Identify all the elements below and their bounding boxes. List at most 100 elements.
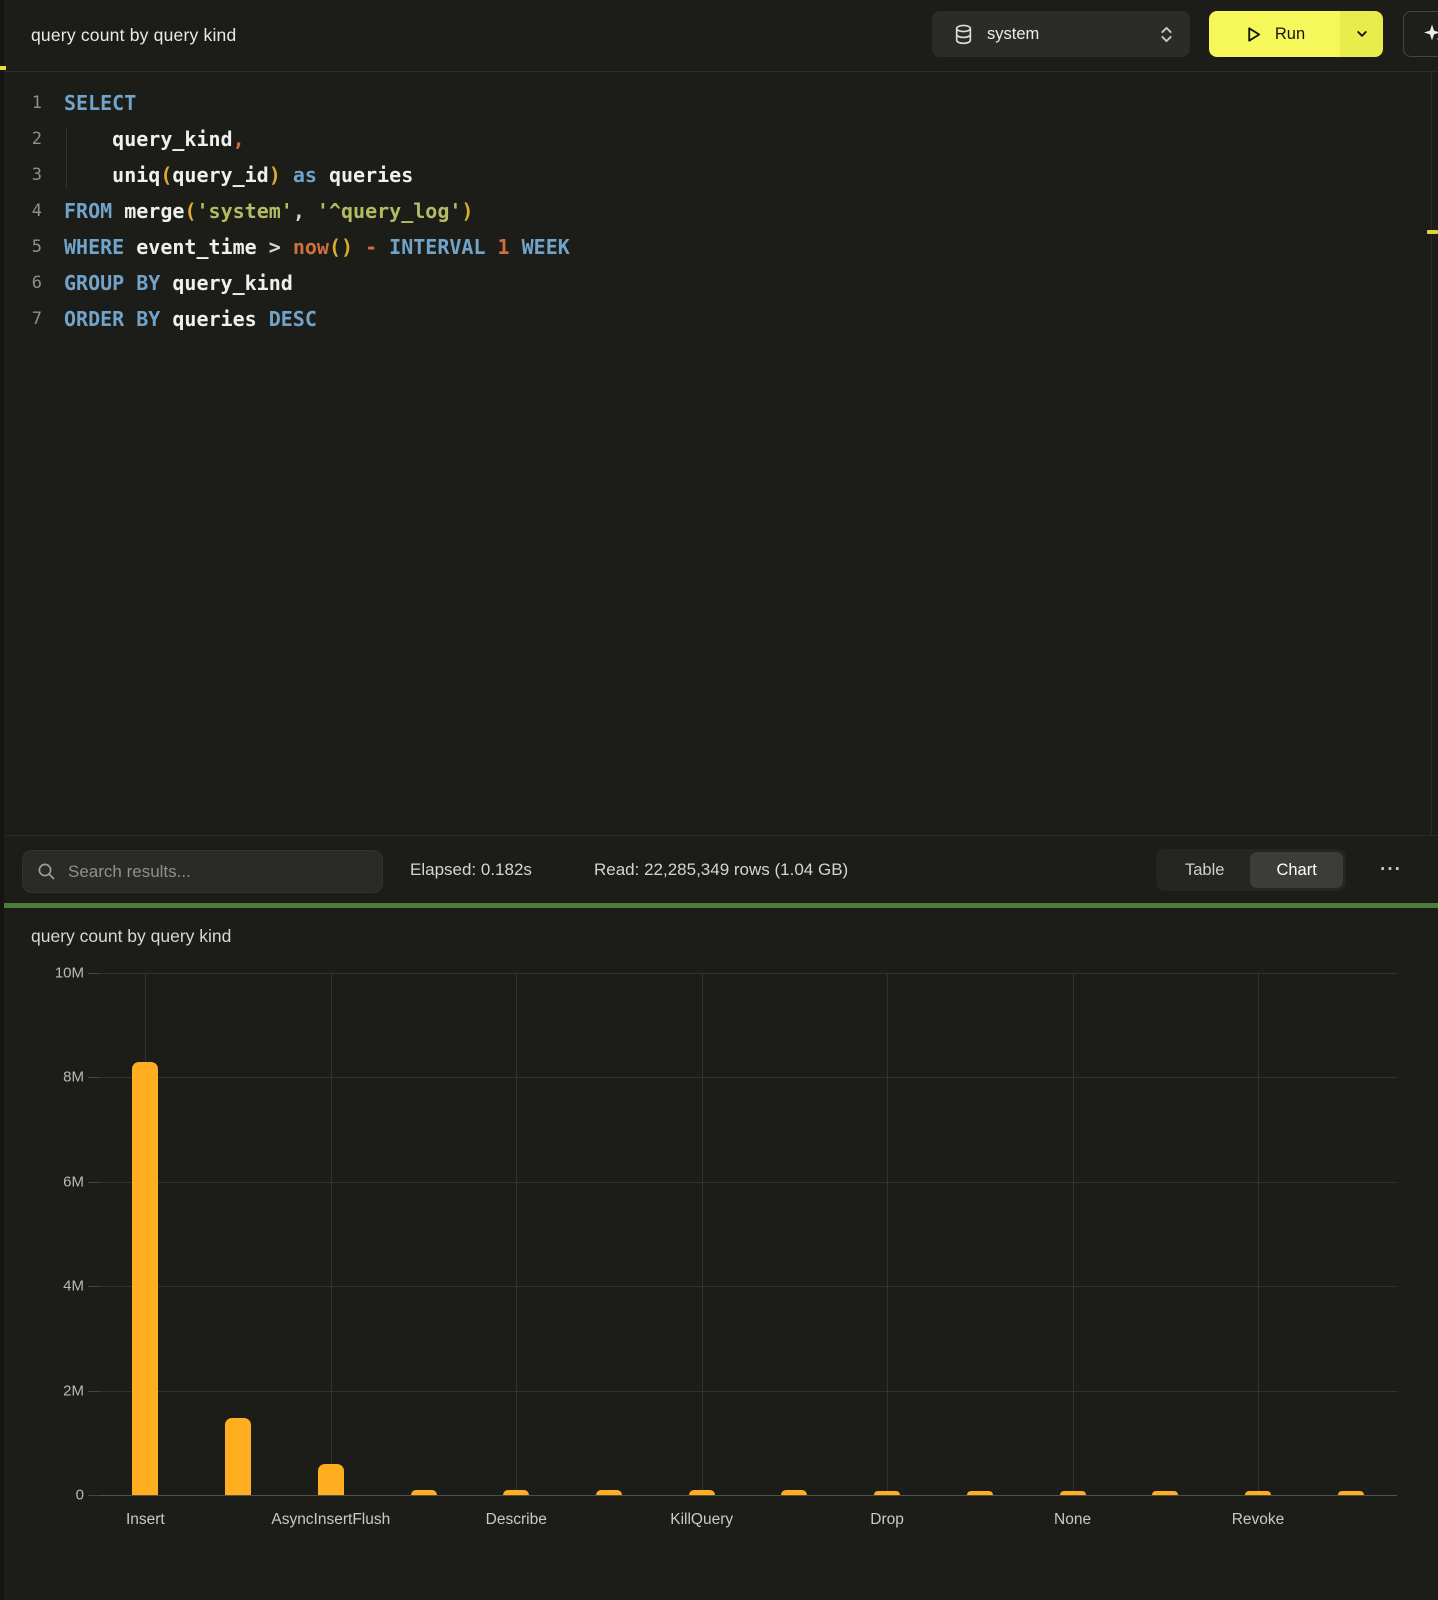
code-token: ) (269, 163, 281, 187)
tab-chart[interactable]: Chart (1250, 852, 1342, 888)
sql-editor[interactable]: 1SELECT2 query_kind,3 uniq(query_id) as … (0, 73, 1438, 835)
code-text: uniq(query_id) as queries (64, 157, 413, 193)
code-token: 'system' (196, 199, 292, 223)
code-token: event_time (136, 235, 256, 259)
x-axis-label: AsyncInsertFlush (271, 1511, 390, 1529)
v-gridline (702, 973, 703, 1495)
axis-tick (88, 1495, 99, 1496)
code-line: 6GROUP BY query_kind (0, 265, 1438, 301)
x-axis-label: Revoke (1232, 1511, 1285, 1529)
code-token (257, 307, 269, 331)
code-token: GROUP BY (64, 271, 160, 295)
play-icon (1244, 25, 1263, 44)
v-gridline (1258, 973, 1259, 1495)
bar-Insert[interactable] (132, 1062, 158, 1495)
ellipsis-icon: ··· (1380, 859, 1402, 881)
code-token (112, 199, 124, 223)
code-token (486, 235, 498, 259)
chart-category-cell (377, 973, 470, 1495)
chart-category-cell (1119, 973, 1212, 1495)
code-token: queries (172, 307, 256, 331)
code-token: ( (184, 199, 196, 223)
code-token: - (365, 235, 377, 259)
chart-category-cell: Revoke (1212, 973, 1305, 1495)
code-token (353, 235, 365, 259)
y-axis-label: 6M (63, 1173, 84, 1190)
line-number: 1 (0, 85, 42, 121)
v-gridline (1073, 973, 1074, 1495)
code-token: '^query_log' (317, 199, 462, 223)
code-token: , (293, 199, 317, 223)
code-text: FROM merge('system', '^query_log') (64, 193, 473, 229)
code-token (281, 163, 293, 187)
x-axis-label: Drop (870, 1511, 904, 1529)
chart-category-cell: KillQuery (655, 973, 748, 1495)
code-text: GROUP BY query_kind (64, 265, 293, 301)
chart-category-cell (1304, 973, 1397, 1495)
search-box[interactable] (22, 850, 383, 893)
chart-category-cell (748, 973, 841, 1495)
axis-tick (88, 1077, 99, 1078)
code-token: uniq (112, 163, 160, 187)
tab-table[interactable]: Table (1159, 852, 1250, 888)
chart-plot: InsertAsyncInsertFlushDescribeKillQueryD… (99, 973, 1397, 1495)
chevron-up-down-icon (1159, 23, 1174, 46)
database-icon (954, 24, 973, 45)
y-axis-label: 4M (63, 1278, 84, 1295)
code-line: 3 uniq(query_id) as queries (0, 157, 1438, 193)
chart-panel: query count by query kind 02M4M6M8M10M I… (0, 908, 1438, 1600)
tab-accent-marker (0, 66, 6, 70)
code-token: FROM (64, 199, 112, 223)
axis-tick (88, 1182, 99, 1183)
code-token: query_kind (112, 127, 232, 151)
line-number: 2 (0, 121, 42, 157)
results-toolbar: Elapsed: 0.182s Read: 22,285,349 rows (1… (0, 835, 1438, 903)
code-line: 2 query_kind, (0, 121, 1438, 157)
code-token: () (329, 235, 353, 259)
code-token: , (233, 127, 245, 151)
code-text: SELECT (64, 85, 136, 121)
search-icon (37, 862, 56, 881)
view-toggle: Table Chart (1156, 849, 1346, 891)
query-title: query count by query kind (31, 0, 236, 71)
code-token (160, 271, 172, 295)
x-axis-line (99, 1495, 1397, 1496)
axis-tick (88, 1286, 99, 1287)
format-query-button[interactable] (1403, 11, 1438, 57)
editor-scrollbar-track[interactable] (1431, 73, 1432, 835)
y-axis-label: 8M (63, 1069, 84, 1086)
code-token (377, 235, 389, 259)
v-gridline (331, 973, 332, 1495)
code-line: 5WHERE event_time > now() - INTERVAL 1 W… (0, 229, 1438, 265)
more-options-button[interactable]: ··· (1376, 849, 1406, 891)
run-button[interactable]: Run (1209, 11, 1340, 57)
code-token: INTERVAL (389, 235, 485, 259)
code-token: ORDER BY (64, 307, 160, 331)
bar-unlabeled-1[interactable] (225, 1418, 251, 1495)
code-token: merge (124, 199, 184, 223)
search-input[interactable] (68, 862, 368, 882)
code-text: ORDER BY queries DESC (64, 301, 317, 337)
sparkle-icon (1422, 22, 1438, 46)
code-token: WEEK (522, 235, 570, 259)
x-axis-label: None (1054, 1511, 1091, 1529)
bar-AsyncInsertFlush[interactable] (318, 1464, 344, 1495)
chart-category-cell (563, 973, 656, 1495)
code-text: query_kind, (64, 121, 245, 157)
chart-category-cell (192, 973, 285, 1495)
run-options-button[interactable] (1340, 11, 1383, 57)
code-token (510, 235, 522, 259)
line-number: 3 (0, 157, 42, 193)
code-token: > (257, 235, 293, 259)
read-stat: Read: 22,285,349 rows (1.04 GB) (594, 836, 848, 904)
code-token: 1 (498, 235, 510, 259)
x-axis-label: KillQuery (670, 1511, 733, 1529)
line-number: 5 (0, 229, 42, 265)
chevron-down-icon (1355, 27, 1369, 41)
axis-tick (88, 1391, 99, 1392)
code-token: query_kind (172, 271, 292, 295)
axis-tick (88, 973, 99, 974)
code-token (124, 235, 136, 259)
database-selector[interactable]: system (932, 11, 1190, 57)
database-selected-value: system (987, 25, 1145, 44)
